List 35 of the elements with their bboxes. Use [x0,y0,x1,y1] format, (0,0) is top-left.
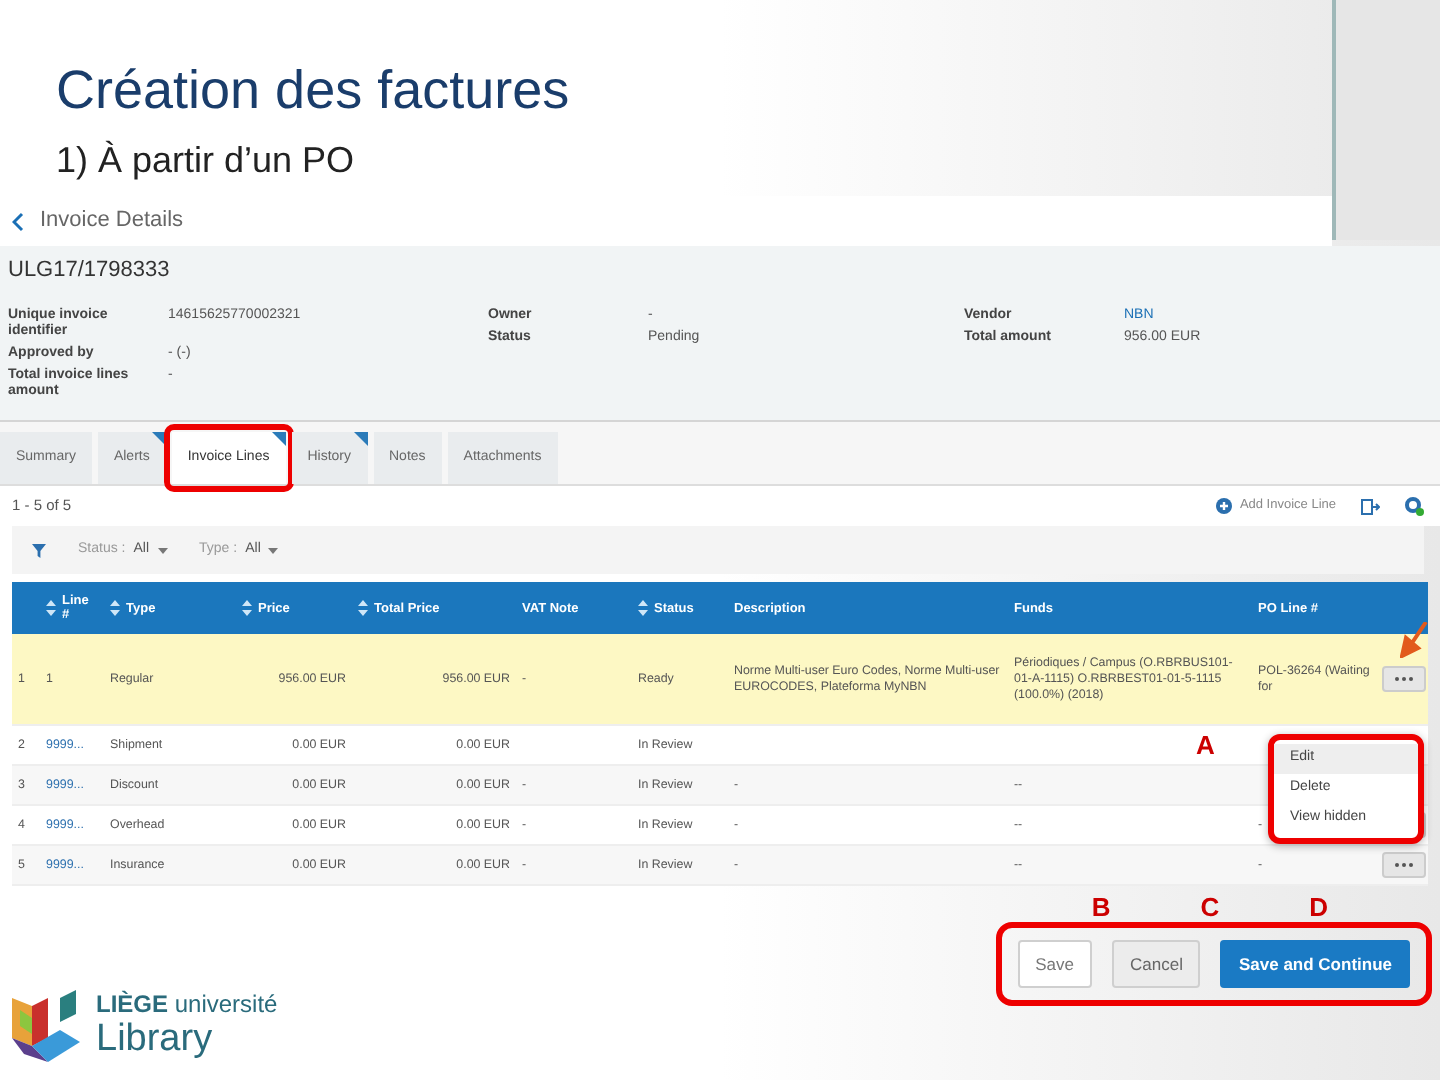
page-title: Invoice Details [40,206,184,237]
sort-icon [638,600,648,616]
plus-circle-icon [1215,498,1232,514]
sort-icon [242,600,252,616]
annotation-letter: C [1200,894,1220,922]
row-actions-button[interactable] [1382,666,1426,692]
filter-icon[interactable] [32,543,46,557]
back-icon[interactable] [12,211,24,231]
annotation-letter: A [1196,730,1215,760]
logo-wordmark: LIÈGE université [96,989,278,1017]
form-button[interactable]: Save [1017,940,1093,988]
pointer-arrow [1400,622,1428,658]
caret-icon [268,547,279,553]
corner-flag-icon [271,432,286,446]
annotation-letter: B [1091,894,1111,922]
caret-icon [157,547,168,553]
export-icon[interactable] [1360,497,1380,515]
form-button[interactable]: Save and Continue [1220,940,1410,988]
logo-library-text: Library [96,1017,215,1059]
sort-icon [358,600,368,616]
university-logo-icon [12,986,80,1062]
table-row[interactable] [12,634,1428,726]
form-button[interactable]: Cancel [1112,940,1201,988]
corner-flag-icon [353,432,367,446]
more-icon [1394,676,1414,682]
invoice-number: ULG17/1798333 [8,256,172,286]
corner-flag-icon [151,432,166,446]
sort-icon [46,600,56,616]
annotation-letter: D [1309,894,1328,922]
sort-icon [110,600,120,616]
more-icon [1394,862,1414,868]
slide-subtitle: 1) À partir d’un PO [56,138,357,184]
slide-title: Création des factures [56,58,572,124]
settings-icon[interactable] [1404,496,1424,516]
row-actions-button[interactable] [1382,852,1426,878]
